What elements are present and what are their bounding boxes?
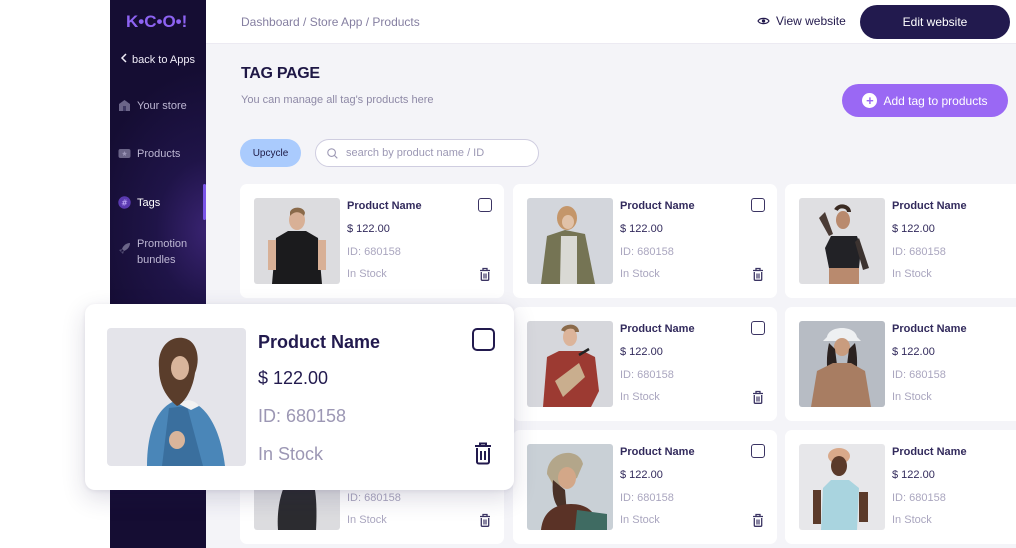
tag-chip-upcycle[interactable]: Upcycle [240,139,301,167]
back-to-apps-link[interactable]: back to Apps [120,53,195,66]
product-id: ID: 680158 [892,246,946,258]
view-website-link[interactable]: View website [757,14,846,28]
product-stock-status: In Stock [892,514,932,526]
add-tag-label: Add tag to products [883,93,988,108]
trash-icon[interactable] [479,513,491,527]
add-tag-to-products-button[interactable]: + Add tag to products [842,84,1008,117]
trash-icon[interactable] [752,267,764,281]
featured-product-card[interactable]: Product Name $ 122.00 ID: 680158 In Stoc… [85,304,514,490]
product-price: $ 122.00 [258,368,329,388]
product-id: ID: 680158 [347,246,401,258]
product-id: ID: 680158 [620,246,674,258]
product-id: ID: 680158 [347,492,401,504]
product-name: Product Name [620,200,695,212]
store-icon [119,100,130,111]
sidebar-item-label: Your store [137,100,187,112]
product-card[interactable]: Product Name $ 122.00 ID: 680158 In Stock [785,430,1016,544]
page-subtitle: You can manage all tag's products here [241,94,434,106]
select-checkbox[interactable] [751,444,765,458]
product-card[interactable]: Product Name $ 122.00 ID: 680158 In Stock [785,184,1016,298]
product-price: $ 122.00 [892,469,935,481]
product-price: $ 122.00 [620,223,663,235]
product-stock-status: In Stock [620,268,660,280]
product-price: $ 122.00 [892,223,935,235]
edit-website-button[interactable]: Edit website [860,5,1010,39]
product-name: Product Name [258,332,381,352]
breadcrumb[interactable]: Dashboard / Store App / Products [241,15,420,29]
product-card[interactable]: Product Name $ 122.00 ID: 680158 In Stock [240,184,504,298]
product-name: Product Name [347,200,422,212]
brand-logo[interactable]: K•C•O•! [126,12,187,32]
search-icon [327,147,338,159]
search-box [315,139,539,167]
tag-icon: # [118,196,131,209]
app-window: K•C•O•! back to Apps Your store Products… [0,0,1016,548]
products-icon [118,149,131,158]
back-label: back to Apps [132,53,195,66]
sidebar-item-tags[interactable]: # Tags [118,195,206,211]
select-checkbox[interactable] [751,198,765,212]
plus-icon: + [862,93,878,108]
product-stock-status: In Stock [620,514,660,526]
top-bar: Dashboard / Store App / Products View we… [206,0,1016,44]
product-card[interactable]: Product Name $ 122.00 ID: 680158 In Stock [513,184,777,298]
trash-icon[interactable] [479,267,491,281]
product-id: ID: 680158 [892,369,946,381]
view-website-label: View website [776,14,846,28]
product-id: ID: 680158 [620,369,674,381]
sidebar-item-label: Tags [137,197,161,209]
search-input[interactable] [346,147,526,159]
trash-icon[interactable] [473,441,493,465]
product-photo [527,444,613,530]
select-checkbox[interactable] [478,198,492,212]
product-photo [254,198,340,284]
product-photo [107,328,246,466]
product-id: ID: 680158 [892,492,946,504]
product-stock-status: In Stock [892,391,932,403]
trash-icon[interactable] [752,390,764,404]
product-price: $ 122.00 [347,223,390,235]
chevron-left-icon [120,53,128,66]
eye-icon [757,17,770,25]
product-price: $ 122.00 [620,346,663,358]
product-id: ID: 680158 [620,492,674,504]
sidebar-item-label: Promotion bundles [137,238,188,266]
product-photo [799,198,885,284]
product-stock-status: In Stock [892,268,932,280]
product-name: Product Name [892,446,967,458]
product-stock-status: In Stock [347,268,387,280]
page-title: TAG PAGE [241,65,320,82]
product-photo [799,444,885,530]
sidebar-item-your-store[interactable]: Your store [118,98,206,114]
product-photo [799,321,885,407]
product-price: $ 122.00 [892,346,935,358]
select-checkbox[interactable] [751,321,765,335]
product-card[interactable]: Product Name $ 122.00 ID: 680158 In Stock [513,307,777,421]
svg-text:#: # [121,198,128,207]
sidebar-item-label: Products [137,148,181,160]
select-checkbox[interactable] [472,328,495,351]
product-price: $ 122.00 [620,469,663,481]
trash-icon[interactable] [752,513,764,527]
rocket-icon [119,243,130,254]
product-card[interactable]: Product Name $ 122.00 ID: 680158 In Stock [513,430,777,544]
sidebar-item-promotion-bundles[interactable]: Promotion bundles [118,236,206,268]
product-stock-status: In Stock [258,444,324,464]
product-photo [527,198,613,284]
sidebar-item-products[interactable]: Products [118,146,206,162]
product-name: Product Name [620,323,695,335]
product-stock-status: In Stock [620,391,660,403]
product-id: ID: 680158 [258,406,347,426]
product-name: Product Name [892,200,967,212]
product-stock-status: In Stock [347,514,387,526]
product-photo [527,321,613,407]
product-card[interactable]: Product Name $ 122.00 ID: 680158 In Stock [785,307,1016,421]
product-name: Product Name [620,446,695,458]
product-name: Product Name [892,323,967,335]
